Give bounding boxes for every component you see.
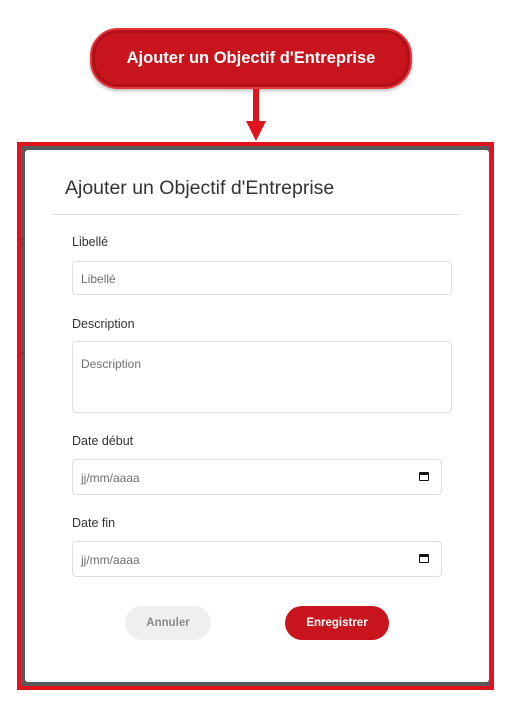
annotation-arrow-line [253, 89, 259, 123]
callout-label: Ajouter un Objectif d'Entreprise [126, 49, 376, 67]
highlight-frame [17, 142, 494, 690]
callout-badge: Ajouter un Objectif d'Entreprise [90, 28, 412, 89]
annotation-arrow-head [246, 121, 266, 141]
